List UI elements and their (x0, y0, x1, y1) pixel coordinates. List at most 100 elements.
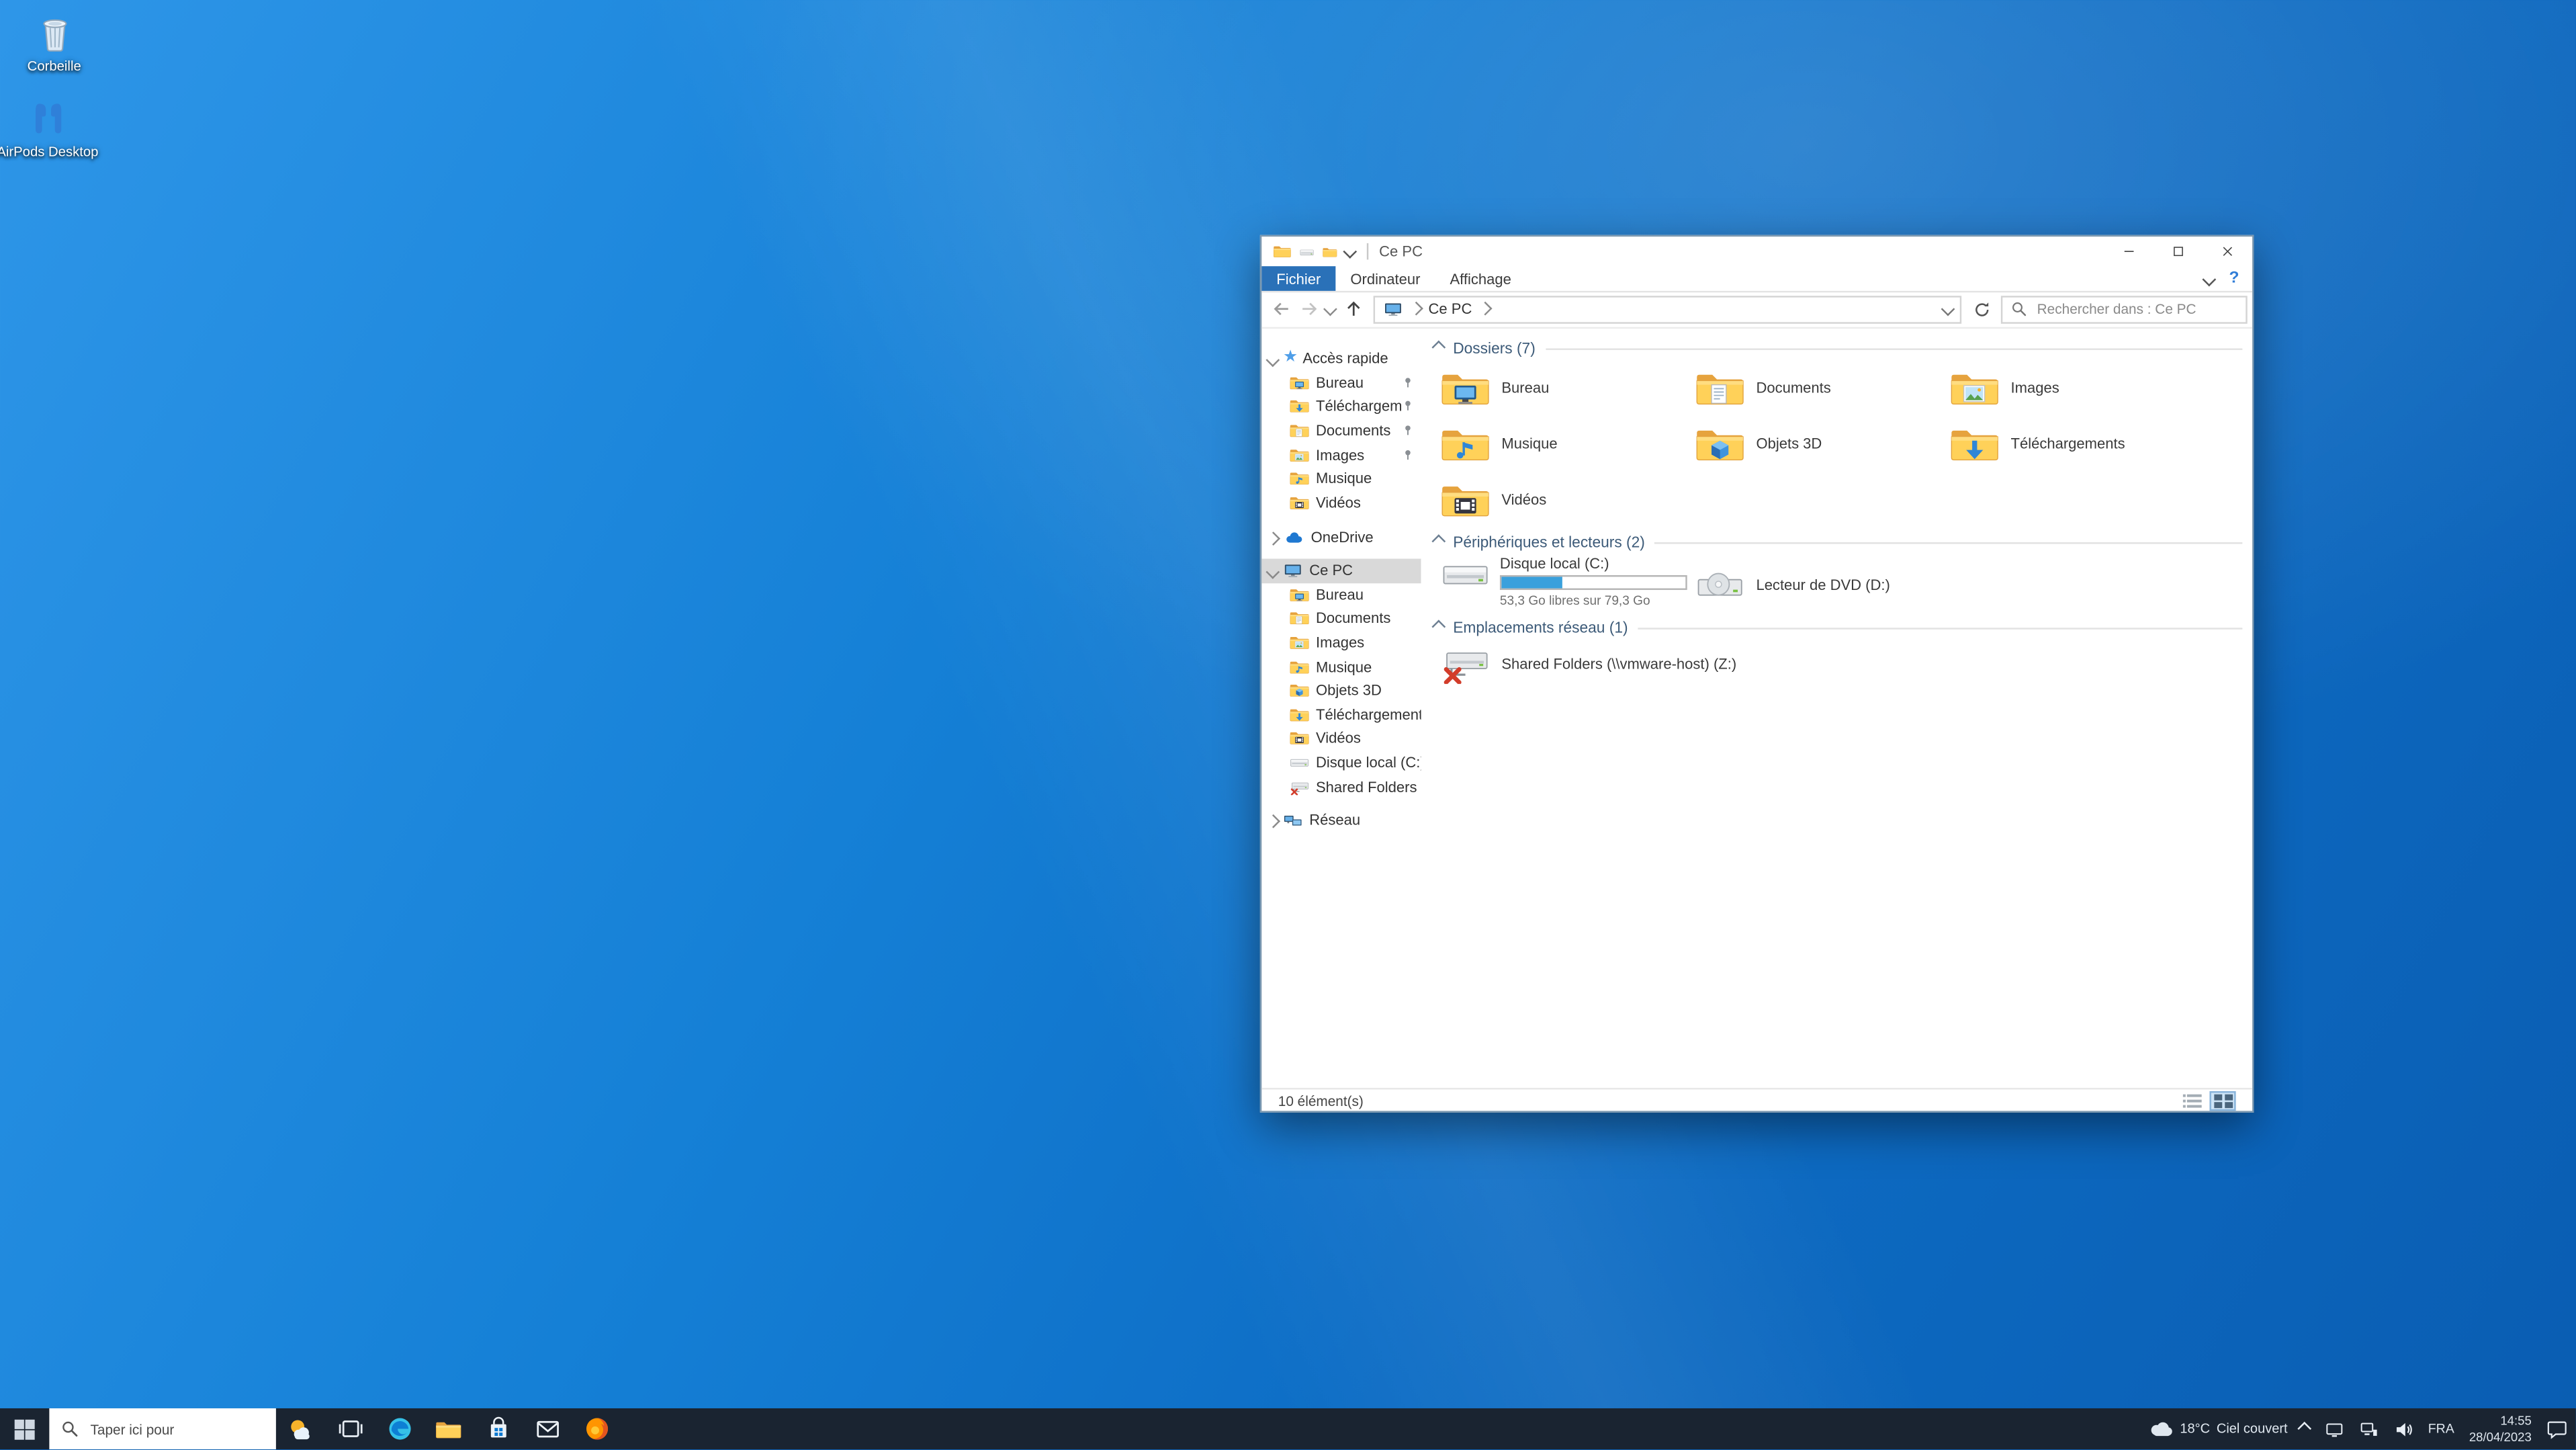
drive-tile-c[interactable]: Disque local (C:) 53,3 Go libres sur 79,… (1441, 554, 1700, 613)
this-pc-icon (1383, 301, 1403, 317)
desktop-icon-recycle-bin[interactable]: Corbeille (1, 10, 107, 74)
store-button[interactable] (473, 1409, 522, 1450)
tab-view[interactable]: Affichage (1435, 266, 1525, 291)
refresh-button[interactable] (1968, 300, 1994, 318)
sidebar-item-bureau[interactable]: Bureau (1261, 371, 1421, 395)
clock[interactable]: 14:55 28/04/2023 (2469, 1413, 2532, 1445)
ribbon-expand-chevron-icon[interactable] (2203, 272, 2217, 286)
tab-file[interactable]: Fichier (1261, 266, 1336, 291)
collapse-chevron-icon[interactable] (1266, 814, 1280, 827)
language-indicator[interactable]: FRA (2428, 1422, 2454, 1437)
sidebar-item-documents[interactable]: Documents (1261, 419, 1421, 443)
desktop-icon-label: AirPods Desktop (0, 142, 99, 160)
help-button[interactable]: ? (2229, 269, 2239, 288)
close-button[interactable] (2203, 237, 2252, 266)
up-button[interactable] (1339, 295, 1367, 323)
expand-chevron-icon[interactable] (1266, 352, 1280, 366)
disk-free-space: 53,3 Go libres sur 79,3 Go (1499, 593, 1650, 608)
folder-tile-telechargements[interactable]: Téléchargements (1950, 419, 2196, 468)
sidebar-item-videos[interactable]: Vidéos (1261, 491, 1421, 515)
back-button[interactable] (1267, 295, 1295, 323)
breadcrumb-separator-icon[interactable] (1478, 302, 1491, 316)
address-dropdown-chevron-icon[interactable] (1941, 302, 1954, 316)
sidebar-item-pc-videos[interactable]: Vidéos (1261, 726, 1421, 751)
desktop-icon-airpods[interactable]: AirPods Desktop (0, 99, 100, 159)
sidebar-item-musique[interactable]: Musique (1261, 467, 1421, 491)
documents-folder-icon (1695, 368, 1744, 409)
forward-button[interactable] (1294, 295, 1323, 323)
folder-tile-images[interactable]: Images (1950, 363, 2196, 412)
music-folder-icon (1290, 658, 1309, 675)
sidebar-item-pc-images[interactable]: Images (1261, 631, 1421, 655)
task-view-button[interactable] (325, 1409, 374, 1450)
maximize-button[interactable] (2153, 237, 2203, 266)
sidebar-item-pc-shared-folders[interactable]: Shared Folders (\\vm (1261, 775, 1421, 799)
disk-capacity-bar (1499, 574, 1687, 591)
qat-customize-chevron-icon[interactable] (1343, 245, 1357, 258)
folder-tile-videos[interactable]: Vidéos (1441, 475, 1687, 524)
hard-drive-icon (1290, 755, 1309, 771)
network-tile-shared-folders[interactable]: Shared Folders (\\vmware-host) (Z:) (1441, 639, 1819, 688)
group-header-rule (1638, 627, 2243, 629)
tab-computer[interactable]: Ordinateur (1335, 266, 1435, 291)
group-header-folders[interactable]: Dossiers (7) (1431, 337, 2243, 358)
explorer-window: Ce PC Fichier Ordinateur Affichage ? Ce … (1259, 234, 2254, 1113)
breadcrumb-item[interactable]: Ce PC (1429, 301, 1472, 317)
news-widget-button[interactable] (276, 1409, 325, 1450)
firefox-button[interactable] (572, 1409, 621, 1450)
sidebar-item-telechargements[interactable]: Téléchargements (1261, 394, 1421, 419)
recent-locations-button[interactable] (1323, 295, 1339, 323)
details-view-button[interactable] (2178, 1091, 2205, 1110)
sidebar-item-pc-telechargements[interactable]: Téléchargements (1261, 703, 1421, 727)
collapse-group-chevron-icon[interactable] (1432, 620, 1446, 634)
sidebar-item-this-pc[interactable]: Ce PC (1261, 558, 1421, 583)
action-center-icon[interactable] (2546, 1419, 2568, 1441)
taskbar-search-input[interactable] (87, 1419, 265, 1440)
search-input[interactable] (2033, 299, 2238, 319)
group-header-drives[interactable]: Périphériques et lecteurs (2) (1431, 531, 2243, 552)
expand-chevron-icon[interactable] (1266, 564, 1280, 577)
collapse-chevron-icon[interactable] (1266, 531, 1280, 544)
pictures-folder-icon (1290, 446, 1309, 462)
file-explorer-icon (435, 1418, 461, 1441)
sidebar-item-images[interactable]: Images (1261, 443, 1421, 467)
volume-tray-icon[interactable] (2393, 1420, 2413, 1439)
taskbar-search[interactable] (49, 1408, 276, 1450)
hard-drive-icon (1441, 554, 1490, 595)
sidebar-item-onedrive[interactable]: OneDrive (1261, 526, 1421, 550)
group-header-network-locations[interactable]: Emplacements réseau (1) (1431, 616, 2243, 638)
tray-overflow-chevron-icon[interactable] (2299, 1422, 2312, 1437)
downloads-folder-icon (1290, 706, 1309, 722)
drive-tile-dvd[interactable]: Lecteur de DVD (D:) (1695, 557, 1942, 613)
qat-new-folder-icon[interactable] (1323, 244, 1337, 259)
file-explorer-button[interactable] (424, 1409, 473, 1450)
title-bar[interactable]: Ce PC (1261, 237, 2252, 266)
start-button[interactable] (0, 1409, 49, 1450)
qat-properties-icon[interactable] (1300, 244, 1315, 259)
search-box[interactable] (2000, 295, 2248, 323)
dvd-drive-icon (1695, 564, 1744, 605)
downloads-folder-icon (1290, 398, 1309, 415)
folder-tile-objets-3d[interactable]: Objets 3D (1695, 419, 1942, 468)
edge-button[interactable] (375, 1409, 424, 1450)
minimize-button[interactable] (2104, 237, 2153, 266)
folder-tile-musique[interactable]: Musique (1441, 419, 1687, 468)
breadcrumb[interactable]: Ce PC (1373, 295, 1962, 323)
sidebar-item-pc-objets-3d[interactable]: Objets 3D (1261, 679, 1421, 703)
large-icons-view-button[interactable] (2209, 1090, 2236, 1111)
folder-tile-documents[interactable]: Documents (1695, 363, 1942, 412)
sidebar-item-pc-musique[interactable]: Musique (1261, 654, 1421, 679)
up-arrow-icon (1343, 299, 1362, 318)
taskbar-weather[interactable]: 18°C Ciel couvert (2134, 1420, 2301, 1439)
collapse-group-chevron-icon[interactable] (1432, 535, 1446, 548)
sidebar-item-pc-bureau[interactable]: Bureau (1261, 583, 1421, 607)
network-tray-icon[interactable] (2359, 1420, 2379, 1439)
sidebar-item-network[interactable]: Réseau (1261, 808, 1421, 833)
mail-button[interactable] (523, 1409, 572, 1450)
collapse-group-chevron-icon[interactable] (1432, 341, 1446, 354)
vmware-tray-icon[interactable] (2325, 1420, 2344, 1439)
sidebar-item-quick-access[interactable]: ★ Accès rapide (1261, 347, 1421, 371)
sidebar-item-pc-disque-c[interactable]: Disque local (C:) (1261, 751, 1421, 775)
sidebar-item-pc-documents[interactable]: Documents (1261, 607, 1421, 631)
folder-tile-bureau[interactable]: Bureau (1441, 363, 1687, 412)
